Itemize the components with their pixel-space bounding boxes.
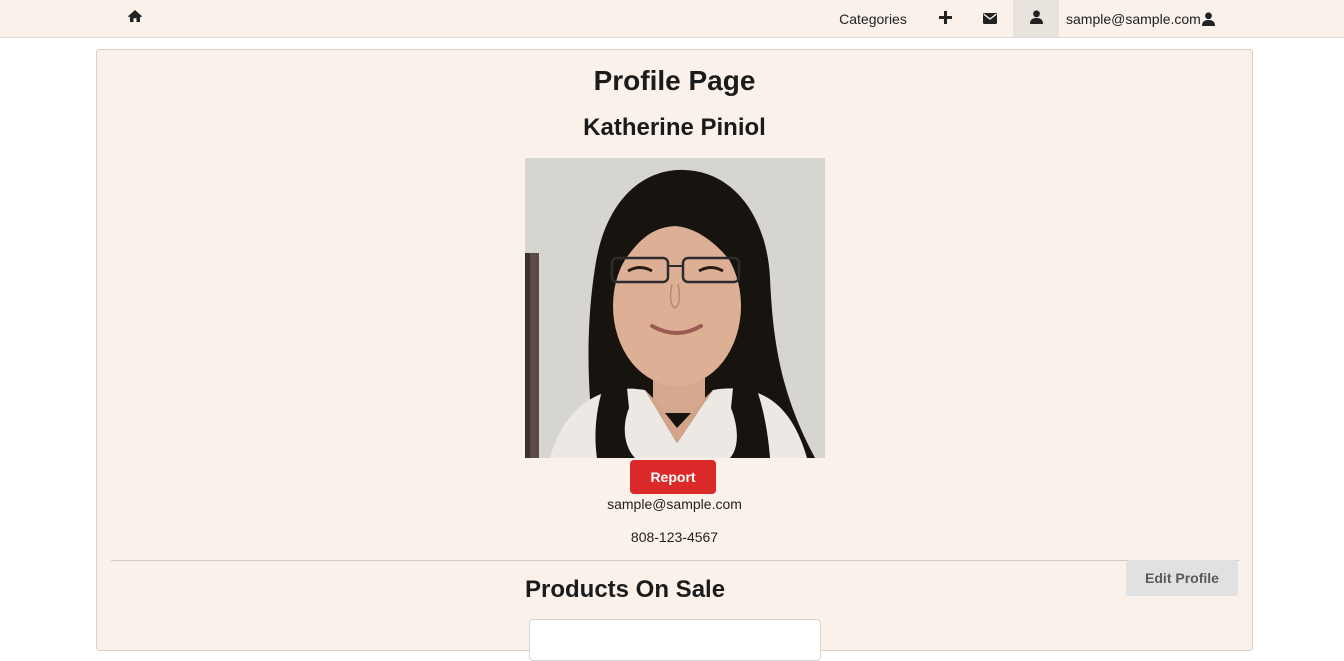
section-divider (111, 560, 1239, 561)
profile-name: Katherine Piniol (583, 114, 766, 141)
user-icon (1029, 10, 1043, 27)
top-navbar: Categories sample@sample.com (0, 0, 1344, 38)
categories-menu[interactable]: Categories (828, 0, 918, 37)
report-button[interactable]: Report (630, 460, 716, 494)
profile-photo (525, 158, 825, 458)
profile-phone: 808-123-4567 (630, 529, 719, 545)
page-title: Profile Page (593, 65, 756, 96)
user-icon (1201, 11, 1215, 26)
messages-button[interactable] (968, 0, 1012, 37)
add-product-button[interactable] (924, 0, 966, 37)
profile-email: sample@sample.com (607, 496, 742, 512)
edit-profile-button[interactable]: Edit Profile (1126, 560, 1238, 596)
profile-nav-button[interactable] (1013, 0, 1059, 37)
products-section-title: Products On Sale (525, 576, 726, 603)
product-card[interactable] (529, 619, 821, 661)
envelope-icon (983, 11, 997, 27)
profile-card: Profile Page Katherine Piniol Report sam… (96, 49, 1253, 661)
user-account-menu[interactable]: sample@sample.com (1066, 0, 1226, 37)
categories-label: Categories (839, 10, 907, 27)
home-icon (127, 9, 143, 28)
user-email-label: sample@sample.com (1066, 10, 1201, 27)
home-link[interactable] (119, 0, 151, 37)
plus-icon (938, 10, 952, 27)
